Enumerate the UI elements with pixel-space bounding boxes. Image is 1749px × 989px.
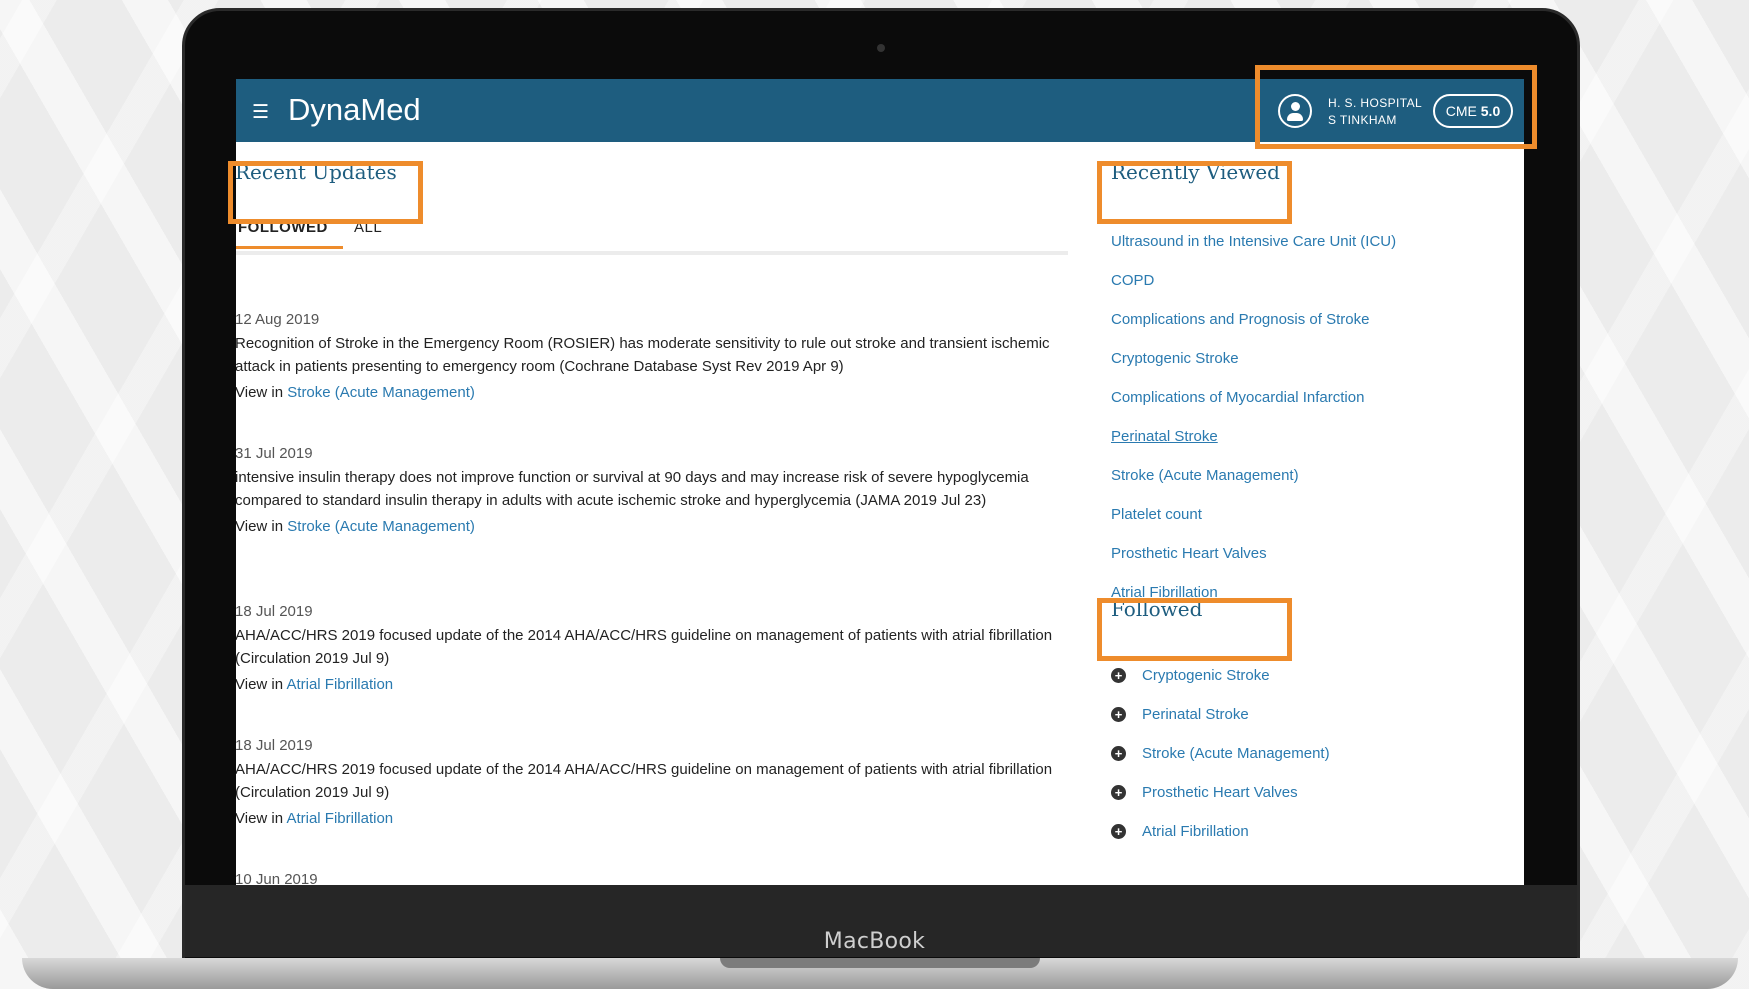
device-label: MacBook bbox=[823, 929, 926, 954]
update-view-in: View in Atrial Fibrillation bbox=[236, 675, 1075, 695]
update-date: 18 Jul 2019 bbox=[236, 737, 313, 754]
user-name: S TINKHAM bbox=[1328, 113, 1397, 127]
followed-link[interactable]: Prosthetic Heart Valves bbox=[1142, 784, 1298, 801]
cme-badge[interactable]: CME 5.0 bbox=[1433, 94, 1513, 128]
tab-followed[interactable]: FOLLOWED bbox=[238, 219, 328, 236]
laptop-notch bbox=[720, 958, 1040, 968]
update-topic-link[interactable]: Atrial Fibrillation bbox=[286, 810, 393, 827]
recent-updates-title: Recent Updates bbox=[236, 160, 397, 184]
view-in-label: View in bbox=[236, 518, 284, 535]
view-in-label: View in bbox=[236, 810, 284, 827]
recently-viewed-link[interactable]: Platelet count bbox=[1111, 505, 1396, 544]
update-view-in: View in Stroke (Acute Management) bbox=[236, 517, 1075, 537]
recently-viewed-link[interactable]: Cryptogenic Stroke bbox=[1111, 349, 1396, 388]
recently-viewed-link[interactable]: Complications and Prognosis of Stroke bbox=[1111, 310, 1396, 349]
cme-value: 5.0 bbox=[1480, 103, 1501, 119]
update-item: 18 Jul 2019 AHA/ACC/HRS 2019 focused upd… bbox=[236, 602, 1075, 695]
followed-item[interactable]: + Cryptogenic Stroke bbox=[1111, 666, 1330, 705]
update-topic-link[interactable]: Stroke (Acute Management) bbox=[287, 384, 475, 401]
update-view-in: View in Stroke (Acute Management) bbox=[236, 383, 1075, 403]
update-item: 18 Jul 2019 AHA/ACC/HRS 2019 focused upd… bbox=[236, 736, 1075, 829]
tab-divider bbox=[236, 251, 1068, 255]
view-in-label: View in bbox=[236, 384, 284, 401]
followed-item[interactable]: + Prosthetic Heart Valves bbox=[1111, 783, 1330, 822]
hamburger-icon[interactable]: ☰ bbox=[252, 101, 269, 124]
camera-icon bbox=[877, 44, 885, 52]
recently-viewed-link[interactable]: Prosthetic Heart Valves bbox=[1111, 544, 1396, 583]
recently-viewed-link[interactable]: Complications of Myocardial Infarction bbox=[1111, 388, 1396, 427]
followed-list: + Cryptogenic Stroke + Perinatal Stroke + S… bbox=[1111, 666, 1330, 861]
recently-viewed-link[interactable]: COPD bbox=[1111, 271, 1396, 310]
plus-circle-icon[interactable]: + bbox=[1111, 707, 1126, 722]
recently-viewed-link[interactable]: Ultrasound in the Intensive Care Unit (I… bbox=[1111, 232, 1396, 271]
update-text: AHA/ACC/HRS 2019 focused update of the 2… bbox=[236, 761, 1053, 801]
user-account-info[interactable]: H. S. HOSPITAL S TINKHAM bbox=[1328, 95, 1422, 129]
update-date: 10 Jun 2019 bbox=[236, 871, 318, 885]
app-header: ☰ DynaMed H. S. HOSPITAL S TINKHAM CME 5… bbox=[236, 79, 1524, 142]
update-topic-link[interactable]: Atrial Fibrillation bbox=[286, 676, 393, 693]
followed-title: Followed bbox=[1111, 597, 1203, 621]
plus-circle-icon[interactable]: + bbox=[1111, 824, 1126, 839]
update-item: 10 Jun 2019 bbox=[236, 870, 1075, 885]
followed-link[interactable]: Cryptogenic Stroke bbox=[1142, 667, 1270, 684]
plus-circle-icon[interactable]: + bbox=[1111, 785, 1126, 800]
cme-label: CME bbox=[1445, 103, 1477, 119]
view-in-label: View in bbox=[236, 676, 284, 693]
update-text: AHA/ACC/HRS 2019 focused update of the 2… bbox=[236, 627, 1053, 667]
update-text: Recognition of Stroke in the Emergency R… bbox=[236, 335, 1050, 375]
update-text: intensive insulin therapy does not impro… bbox=[236, 469, 1029, 509]
recently-viewed-title: Recently Viewed bbox=[1111, 160, 1280, 184]
followed-link[interactable]: Atrial Fibrillation bbox=[1142, 823, 1249, 840]
brand-logo[interactable]: DynaMed bbox=[288, 92, 421, 128]
active-tab-indicator bbox=[236, 246, 343, 249]
update-date: 12 Aug 2019 bbox=[236, 311, 320, 328]
update-topic-link[interactable]: Stroke (Acute Management) bbox=[287, 518, 475, 535]
update-item: 12 Aug 2019 Recognition of Stroke in the… bbox=[236, 310, 1075, 403]
update-date: 31 Jul 2019 bbox=[236, 445, 313, 462]
tab-all[interactable]: ALL bbox=[354, 219, 382, 236]
update-date: 18 Jul 2019 bbox=[236, 603, 313, 620]
followed-link[interactable]: Perinatal Stroke bbox=[1142, 706, 1249, 723]
recently-viewed-link[interactable]: Perinatal Stroke bbox=[1111, 427, 1396, 466]
followed-item[interactable]: + Stroke (Acute Management) bbox=[1111, 744, 1330, 783]
user-icon[interactable] bbox=[1278, 94, 1312, 128]
plus-circle-icon[interactable]: + bbox=[1111, 746, 1126, 761]
update-item: 31 Jul 2019 intensive insulin therapy do… bbox=[236, 444, 1075, 537]
followed-link[interactable]: Stroke (Acute Management) bbox=[1142, 745, 1330, 762]
recently-viewed-link[interactable]: Stroke (Acute Management) bbox=[1111, 466, 1396, 505]
app-screen: ☰ DynaMed H. S. HOSPITAL S TINKHAM CME 5… bbox=[236, 79, 1524, 885]
plus-circle-icon[interactable]: + bbox=[1111, 668, 1126, 683]
org-name: H. S. HOSPITAL bbox=[1328, 96, 1423, 110]
followed-item[interactable]: + Atrial Fibrillation bbox=[1111, 822, 1330, 861]
followed-item[interactable]: + Perinatal Stroke bbox=[1111, 705, 1330, 744]
recently-viewed-list: Ultrasound in the Intensive Care Unit (I… bbox=[1111, 232, 1396, 622]
update-view-in: View in Atrial Fibrillation bbox=[236, 809, 1075, 829]
